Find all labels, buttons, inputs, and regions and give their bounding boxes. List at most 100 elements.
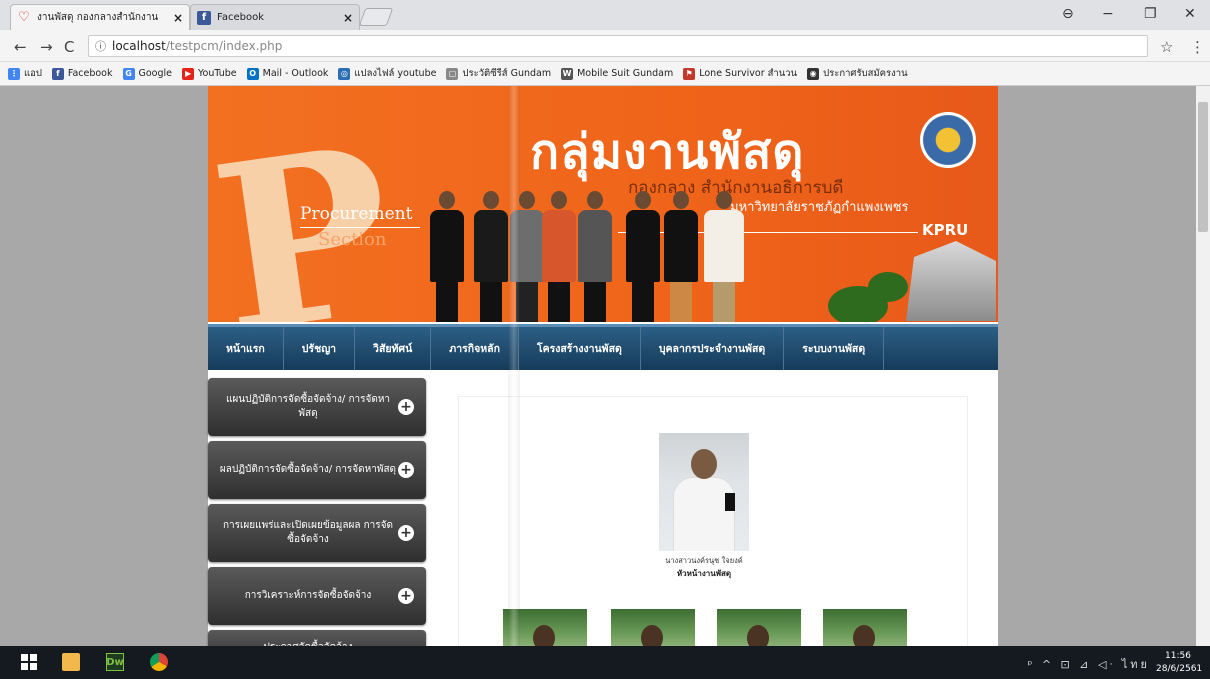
chrome-icon[interactable] [150,653,168,671]
bookmark-label: Mobile Suit Gundam [577,68,674,79]
windows-start-icon[interactable] [20,653,38,671]
bookmark-item[interactable]: ⚑ Lone Survivor สำนวน [683,66,797,81]
nav-item[interactable]: ภารกิจหลัก [431,327,519,370]
heart-icon: ♡ [18,10,30,25]
nav-item[interactable]: ระบบงานพัสดุ [784,327,885,370]
tab-title: งานพัสดุ กองกลางสำนักงาน [37,12,159,23]
nav-item[interactable]: ปรัชญา [284,327,356,370]
main-nav: หน้าแรก ปรัชญา วิสัยทัศน์ ภารกิจหลัก โครงสร้… [208,324,998,370]
window-close-button[interactable]: ✕ [1184,6,1196,22]
sidebar-menu: แผนปฏิบัติการจัดซื้อจัดจ้าง/ การจัดหาพัส… [208,378,426,646]
back-button[interactable]: ← [14,38,27,56]
site-subtitle-university: มหาวิทยาลัยราชภัฏกำแพงเพชร [730,200,909,215]
procurement-text: Procurement [300,204,413,224]
new-tab-button[interactable] [358,8,394,26]
nav-item[interactable]: หน้าแรก [208,327,284,370]
sidebar-menu-button[interactable]: การเผยแพร่และเปิดเผยข้อมูลผล การจัดซื้อจ… [208,504,426,562]
bookmark-label: YouTube [198,68,237,79]
scrollbar-thumb[interactable] [1198,102,1208,232]
minimize-button[interactable]: − [1102,6,1114,22]
sidebar-menu-label: การวิเคราะห์การจัดซื้อจัดจ้าง [244,590,372,601]
nav-item[interactable]: วิสัยทัศน์ [355,327,432,370]
windows-taskbar: Dw ᵖ ^ ⊡ ⊿ ◁ᐧ ไทย 11:56 28/6/2561 [0,646,1210,679]
bookmark-item[interactable]: ▢ ประวัติซีรีส์ Gundam [446,66,551,81]
sidebar-menu-label: ผลปฏิบัติการจัดซื้อจัดจ้าง/ การจัดหาพัสด… [219,464,397,475]
bookmark-item[interactable]: ◉ ประกาศรับสมัครงาน [807,66,908,81]
university-seal-icon [920,112,976,168]
bookmark-label: แปลงไฟล์ youtube [354,68,437,79]
staff-photo [717,609,801,646]
maximize-button[interactable]: ❐ [1144,6,1157,22]
tab-active[interactable]: ♡ งานพัสดุ กองกลางสำนักงาน × [10,4,190,30]
bookmark-label: Mail - Outlook [262,68,329,79]
tab-facebook[interactable]: f Facebook × [190,4,360,30]
plus-icon[interactable]: + [398,525,414,541]
forward-button[interactable]: → [40,38,53,56]
sidebar-menu-button[interactable]: แผนปฏิบัติการจัดซื้อจัดจ้าง/ การจัดหาพัส… [208,378,426,436]
star-icon[interactable]: ☆ [1160,38,1173,56]
wordpress-icon: W [561,67,574,80]
menu-icon[interactable]: ⋮ [1190,38,1205,56]
bookmark-label: Google [138,68,173,79]
page-icon: ▢ [446,67,459,80]
nav-item[interactable]: บุคลากรประจำงานพัสดุ [641,327,785,370]
info-icon[interactable]: ⓘ [95,38,106,54]
staff-figure [474,191,508,322]
bookmark-item[interactable]: O Mail - Outlook [246,67,329,80]
address-bar-row: ← → C ⓘ localhost/testpcm/index.php ☆ ⋮ [0,30,1210,62]
profile-icon[interactable]: ⊖ [1062,6,1074,22]
bookmark-item[interactable]: ⋮ แอป [8,66,42,81]
page-viewport: P Procurement Section กลุ่มงานพัสดุ กองก… [0,86,1196,646]
globe-icon: ◉ [807,67,820,80]
staff-photo [611,609,695,646]
banner-line [618,232,918,233]
plus-icon[interactable]: + [398,462,414,478]
close-icon[interactable]: × [173,11,183,25]
page-scrollbar[interactable] [1196,86,1210,646]
chief-role: หัวหน้างานพัสดุ [676,569,732,578]
dreamweaver-icon[interactable]: Dw [106,653,124,671]
bookmark-item[interactable]: ◎ แปลงไฟล์ youtube [338,66,436,81]
bookmark-icon: ⚑ [683,67,696,80]
file-explorer-icon[interactable] [62,653,80,671]
chief-name: นางสาวนงค์รนุช ใจยงค์ [665,556,743,565]
section-text: Section [318,229,387,250]
bookmark-label: ประวัติซีรีส์ Gundam [462,68,552,79]
staff-figure [430,191,464,322]
clock-date: 28/6/2561 [1156,664,1203,674]
reload-button[interactable]: C [64,38,74,56]
bookmark-item[interactable]: G Google [122,67,173,80]
bookmark-label: แอป [24,68,42,79]
banner-rule [300,227,420,228]
kpru-label: KPRU [922,221,969,239]
sidebar-menu-button[interactable]: ผลปฏิบัติการจัดซื้อจัดจ้าง/ การจัดหาพัสด… [208,441,426,499]
plus-icon[interactable]: + [398,399,414,415]
system-tray[interactable]: ᵖ ^ ⊡ ⊿ ◁ᐧ ไทย [1028,655,1150,673]
staff-figure [664,191,698,322]
chief-photo [659,433,749,551]
sidebar-menu-button[interactable]: การวิเคราะห์การจัดซื้อจัดจ้าง + [208,567,426,625]
sidebar-menu-button[interactable]: ประกาศจัดซื้อจัดจ้าง [208,630,426,646]
converter-icon: ◎ [338,67,351,80]
bookmark-item[interactable]: W Mobile Suit Gundam [561,67,674,80]
tree-image [868,272,908,302]
bookmark-label: Lone Survivor สำนวน [699,68,798,79]
plus-icon[interactable]: + [398,588,414,604]
url-host: localhost [112,39,166,53]
facebook-icon: f [51,67,64,80]
clock-time: 11:56 [1165,651,1191,661]
youtube-icon: ▶ [182,67,195,80]
outlook-icon: O [246,67,259,80]
apps-grid-icon: ⋮ [8,67,20,80]
staff-photo [823,609,907,646]
taskbar-clock[interactable]: 11:56 28/6/2561 [1156,650,1203,676]
bookmark-item[interactable]: ▶ YouTube [182,67,237,80]
building-image [906,241,996,321]
nav-item[interactable]: โครงสร้างงานพัสดุ [519,327,641,370]
close-icon[interactable]: × [343,11,353,25]
bookmark-label: ประกาศรับสมัครงาน [823,68,908,79]
procurement-logo-letter: P [208,95,409,322]
bookmark-item[interactable]: f Facebook [51,67,113,80]
site-banner: P Procurement Section กลุ่มงานพัสดุ กองก… [208,86,998,322]
url-input[interactable]: ⓘ localhost/testpcm/index.php [88,35,1148,57]
